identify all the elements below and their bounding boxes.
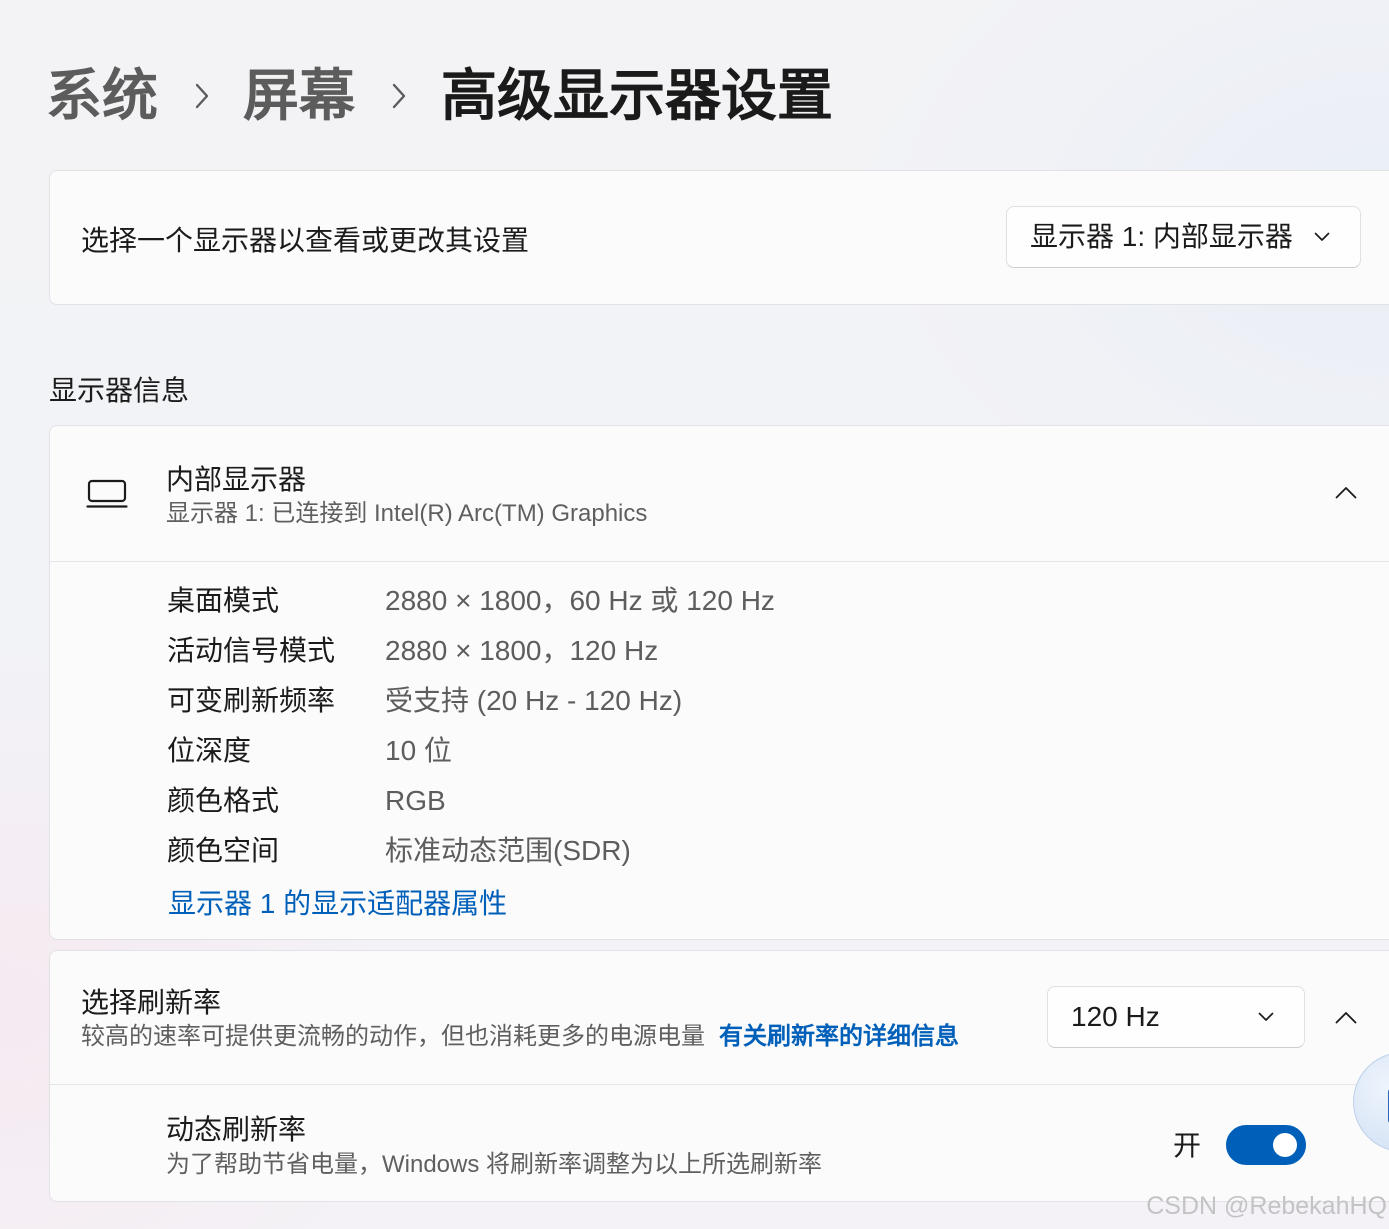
watermark: CSDN @RebekahHQ <box>1146 1192 1387 1220</box>
info-label: 颜色空间 <box>167 835 280 866</box>
display-info-subtitle: 显示器 1: 已连接到 Intel(R) Arc(TM) Graphics <box>166 500 648 527</box>
info-label: 活动信号模式 <box>167 635 336 666</box>
dynamic-refresh-toggle[interactable] <box>1226 1125 1306 1165</box>
floating-button-clip <box>1340 1040 1389 1165</box>
chevron-right-icon <box>195 83 209 109</box>
floating-assist-button[interactable] <box>1353 1052 1389 1152</box>
info-label: 桌面模式 <box>167 585 280 616</box>
info-label: 可变刷新频率 <box>167 685 336 716</box>
laptop-icon <box>86 479 128 508</box>
page-title: 高级显示器设置 <box>441 64 833 127</box>
divider <box>50 561 1389 562</box>
refresh-rate-description: 较高的速率可提供更流畅的动作，但也消耗更多的电源电量 <box>81 1023 705 1050</box>
refresh-rate-header[interactable]: 选择刷新率 较高的速率可提供更流畅的动作，但也消耗更多的电源电量 有关刷新率的详细… <box>50 951 1389 1084</box>
display-info-expander: 内部显示器 显示器 1: 已连接到 Intel(R) Arc(TM) Graph… <box>49 425 1389 940</box>
refresh-rate-info-link[interactable]: 有关刷新率的详细信息 <box>719 1023 959 1050</box>
dynamic-refresh-title: 动态刷新率 <box>166 1114 307 1145</box>
info-value: 10 位 <box>385 735 452 766</box>
display-select-value: 显示器 1: 内部显示器 <box>1030 221 1293 252</box>
info-row-desktop-mode: 桌面模式 2880 × 1800，60 Hz 或 120 Hz <box>50 581 1389 621</box>
breadcrumb-item-display[interactable]: 屏幕 <box>243 64 355 128</box>
refresh-rate-title: 选择刷新率 <box>81 987 222 1018</box>
display-info-header[interactable]: 内部显示器 显示器 1: 已连接到 Intel(R) Arc(TM) Graph… <box>50 426 1389 561</box>
info-value: 2880 × 1800，120 Hz <box>385 635 659 666</box>
refresh-rate-dropdown[interactable]: 120 Hz <box>1047 986 1305 1048</box>
display-info-title: 内部显示器 <box>166 464 307 495</box>
chevron-right-icon <box>392 83 406 109</box>
chevron-down-icon <box>1258 1012 1274 1021</box>
info-label: 颜色格式 <box>167 785 280 816</box>
info-row-color-space: 颜色空间 标准动态范围(SDR) <box>50 831 1389 871</box>
chevron-up-icon[interactable] <box>1335 1010 1357 1024</box>
display-select-dropdown[interactable]: 显示器 1: 内部显示器 <box>1006 206 1361 268</box>
info-value: RGB <box>385 785 446 816</box>
chevron-up-icon[interactable] <box>1335 485 1357 499</box>
dynamic-refresh-description: 为了帮助节省电量，Windows 将刷新率调整为以上所选刷新率 <box>166 1151 823 1178</box>
display-selector-label: 选择一个显示器以查看或更改其设置 <box>81 225 530 256</box>
chevron-down-icon <box>1314 232 1330 241</box>
info-label: 位深度 <box>167 735 252 766</box>
display-adapter-properties-link[interactable]: 显示器 1 的显示适配器属性 <box>168 884 507 924</box>
info-value: 2880 × 1800，60 Hz 或 120 Hz <box>385 585 775 616</box>
refresh-rate-expander: 选择刷新率 较高的速率可提供更流畅的动作，但也消耗更多的电源电量 有关刷新率的详细… <box>49 950 1389 1202</box>
breadcrumb-item-system[interactable]: 系统 <box>46 64 158 128</box>
section-heading: 显示器信息 <box>49 375 190 406</box>
info-row-variable-refresh-rate: 可变刷新频率 受支持 (20 Hz - 120 Hz) <box>50 681 1389 721</box>
refresh-rate-value: 120 Hz <box>1071 1001 1160 1032</box>
info-row-active-signal-mode: 活动信号模式 2880 × 1800，120 Hz <box>50 631 1389 671</box>
display-selector-card: 选择一个显示器以查看或更改其设置 显示器 1: 内部显示器 <box>49 170 1389 305</box>
info-value: 受支持 (20 Hz - 120 Hz) <box>385 685 683 716</box>
info-value: 标准动态范围(SDR) <box>385 835 631 866</box>
info-row-color-format: 颜色格式 RGB <box>50 781 1389 821</box>
refresh-rate-description-line: 较高的速率可提供更流畅的动作，但也消耗更多的电源电量 有关刷新率的详细信息 <box>81 1021 959 1053</box>
toggle-state-label: 开 <box>1173 1130 1202 1161</box>
dynamic-refresh-rate-row: 动态刷新率 为了帮助节省电量，Windows 将刷新率调整为以上所选刷新率 开 <box>50 1085 1389 1202</box>
info-row-bit-depth: 位深度 10 位 <box>50 731 1389 771</box>
toggle-knob <box>1273 1133 1297 1157</box>
